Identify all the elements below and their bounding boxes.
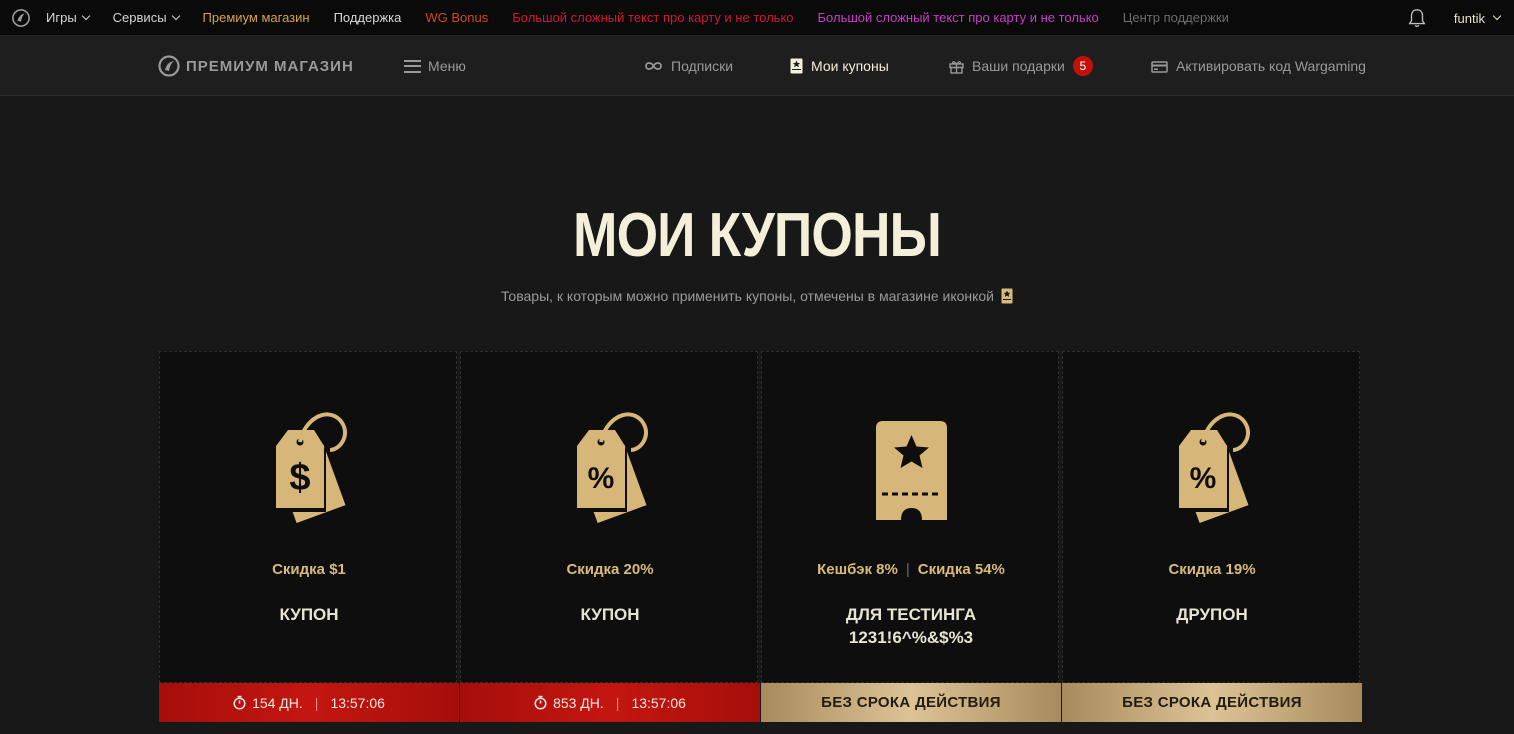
tab-gifts[interactable]: Ваши подарки 5 [949, 36, 1093, 96]
coupon-expiry-bar: 154 ДН. | 13:57:06 [159, 683, 459, 722]
stopwatch-icon [534, 695, 547, 710]
coupon-no-expiry: БЕЗ СРОКА ДЕЙСТВИЯ [1122, 694, 1302, 711]
coupon-name: КУПОН [279, 605, 339, 624]
coupon-icon-wrap: $ [160, 408, 458, 530]
user-menu[interactable]: funtik [1453, 10, 1502, 26]
bell-icon[interactable] [1406, 7, 1428, 29]
coupon-days-left: 853 ДН. [553, 694, 604, 711]
wargaming-logo-icon[interactable] [12, 8, 30, 27]
coupon-name: ДЛЯ ТЕСТИНГА 1231!6^%&$%3 [845, 605, 977, 647]
chevron-down-icon [1492, 11, 1502, 21]
coupon-no-expiry: БЕЗ СРОКА ДЕЙСТВИЯ [821, 694, 1001, 711]
hamburger-icon [404, 59, 421, 73]
premium-shop-brand[interactable]: Премиум магазин [158, 36, 354, 96]
coupon-discount: Скидка 20% [566, 561, 654, 578]
separator: | [905, 561, 910, 578]
brand-title: Премиум магазин [186, 57, 354, 75]
coupon-icon-wrap [762, 408, 1060, 530]
top-nav-promo-red[interactable]: Большой сложный текст про карту и не тол… [512, 10, 793, 25]
infinity-icon [645, 62, 662, 70]
coupon-discount: Скидка $1 [272, 561, 346, 578]
gifts-count-badge: 5 [1072, 56, 1093, 76]
shop-nav: Премиум магазин Меню Подписки Мои купоны… [0, 36, 1514, 96]
star-ticket-icon [876, 421, 947, 520]
top-bar: Игры Сервисы Премиум магазин Поддержка W… [0, 0, 1514, 36]
stopwatch-icon [233, 695, 246, 710]
top-nav-wg-bonus[interactable]: WG Bonus [425, 10, 488, 25]
coupon-days-left: 154 ДН. [252, 694, 303, 711]
separator: | [615, 694, 620, 711]
coupon-discount: Скидка 19% [1168, 561, 1256, 578]
top-nav-support[interactable]: Поддержка [334, 10, 402, 25]
menu-label: Меню [428, 58, 466, 74]
page-subtitle-text: Товары, к которым можно применить купоны… [500, 288, 995, 304]
coupon-cashback: Кешбэк 8% [817, 561, 898, 578]
svg-text:%: % [588, 462, 615, 495]
coupon-time-left: 13:57:06 [631, 694, 686, 711]
top-nav: Игры Сервисы Премиум магазин Поддержка W… [46, 10, 1253, 25]
percent-tag-icon: % [1177, 412, 1250, 523]
top-nav-premium-shop[interactable]: Премиум магазин [203, 10, 310, 25]
coupon-card-body: % Скидка 20% КУПОН [460, 351, 758, 683]
coupon-card[interactable]: % Скидка 20% КУПОН 853 ДН. | 13:57:06 [460, 351, 760, 734]
gift-icon [949, 60, 964, 74]
code-card-icon [1151, 60, 1168, 73]
tab-activate-code[interactable]: Активировать код Wargaming [1151, 36, 1366, 96]
username: funtik [1453, 10, 1485, 26]
coupon-card[interactable]: $ Скидка $1 КУПОН 154 ДН. | 13:57:06 [159, 351, 459, 734]
coupon-card[interactable]: % Скидка 19% ДРУПОН БЕЗ СРОКА ДЕЙСТВИЯ [1062, 351, 1362, 734]
page-subtitle: Товары, к которым можно применить купоны… [0, 288, 1514, 304]
coupon-discount-group: Кешбэк 8% | Скидка 54% [762, 561, 1060, 578]
coupon-name: ДРУПОН [1176, 605, 1248, 624]
top-nav-services-label: Сервисы [112, 10, 167, 25]
menu-button[interactable]: Меню [404, 36, 466, 96]
tab-subscriptions[interactable]: Подписки [644, 36, 733, 96]
page-title: МОИ КУПОНЫ [573, 201, 942, 270]
top-nav-games-label: Игры [46, 10, 77, 25]
coupon-expiry-bar: 853 ДН. | 13:57:06 [460, 683, 760, 722]
top-nav-promo-purple[interactable]: Большой сложный текст про карту и не тол… [818, 10, 1099, 25]
wargaming-logo-icon [158, 55, 180, 77]
tab-my-coupons[interactable]: Мои купоны [790, 36, 889, 96]
coupon-icon-wrap: % [1063, 408, 1361, 530]
coupon-card-body: % Скидка 19% ДРУПОН [1062, 351, 1360, 683]
chevron-down-icon [171, 11, 180, 20]
coupon-time-left: 13:57:06 [330, 694, 385, 711]
top-nav-games[interactable]: Игры [46, 10, 90, 25]
coupon-icon-wrap: % [461, 408, 759, 530]
top-nav-services[interactable]: Сервисы [112, 10, 180, 25]
coupon-icon [1001, 288, 1013, 304]
coupon-expiry-bar: БЕЗ СРОКА ДЕЙСТВИЯ [1062, 683, 1362, 722]
top-nav-help-center[interactable]: Центр поддержки [1123, 10, 1229, 25]
coupon-expiry-bar: БЕЗ СРОКА ДЕЙСТВИЯ [761, 683, 1061, 722]
coupon-icon [790, 58, 803, 74]
tab-my-coupons-label: Мои купоны [811, 58, 889, 74]
tab-activate-code-label: Активировать код Wargaming [1176, 58, 1366, 74]
svg-text:%: % [1190, 462, 1217, 495]
coupon-card-body: $ Скидка $1 КУПОН [159, 351, 457, 683]
coupon-card-body: Кешбэк 8% | Скидка 54% ДЛЯ ТЕСТИНГА 1231!6… [761, 351, 1059, 683]
percent-tag-icon: % [575, 412, 648, 523]
coupon-name: КУПОН [580, 605, 640, 624]
coupon-list: $ Скидка $1 КУПОН 154 ДН. | 13:57:06 % С… [159, 351, 1362, 734]
tab-subscriptions-label: Подписки [671, 58, 734, 74]
separator: | [314, 694, 319, 711]
coupon-card[interactable]: Кешбэк 8% | Скидка 54% ДЛЯ ТЕСТИНГА 1231!6… [761, 351, 1061, 734]
svg-text:$: $ [289, 457, 310, 499]
chevron-down-icon [81, 11, 90, 20]
tab-gifts-label: Ваши подарки [972, 58, 1065, 74]
dollar-tag-icon: $ [274, 412, 347, 523]
top-bar-right: funtik [1406, 0, 1502, 36]
coupon-discount: Скидка 54% [917, 561, 1005, 578]
